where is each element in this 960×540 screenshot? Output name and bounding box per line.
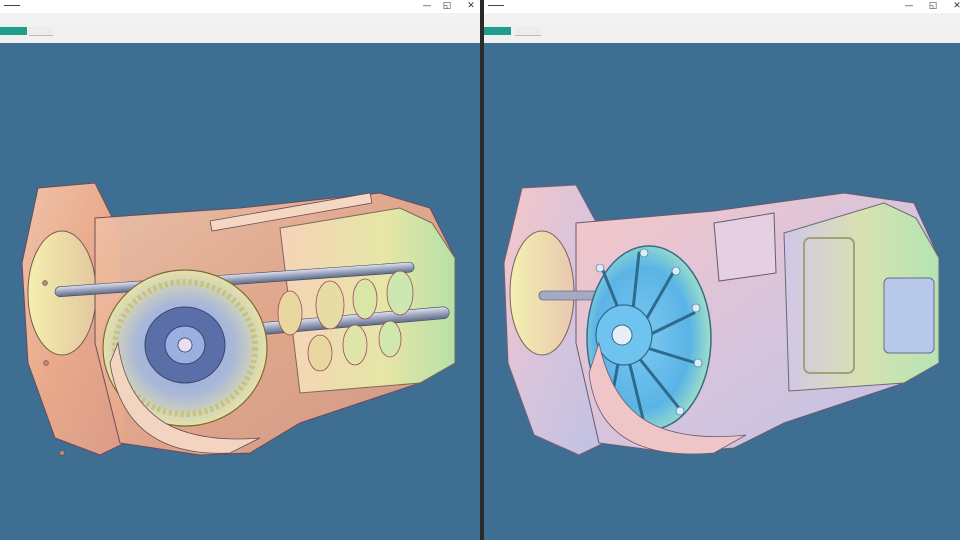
right-title-bar: — ◱ ✕ xyxy=(484,0,960,13)
left-tab-inactive[interactable] xyxy=(29,27,53,36)
right-viewer-window: — ◱ ✕ xyxy=(484,0,960,540)
left-title-bar: — ◱ ✕ xyxy=(0,0,480,13)
right-window-title xyxy=(488,5,504,6)
left-tab-active[interactable] xyxy=(0,27,27,35)
left-tab-strip xyxy=(0,25,480,44)
right-minimize-button[interactable]: — xyxy=(898,0,920,13)
left-window-title xyxy=(4,5,20,6)
right-tab-strip xyxy=(484,25,960,44)
right-maximize-button[interactable]: ◱ xyxy=(922,0,944,13)
right-3d-viewport[interactable] xyxy=(484,43,960,540)
right-tab-active[interactable] xyxy=(484,27,511,35)
left-viewer-window: — ◱ ✕ xyxy=(0,0,480,540)
right-close-button[interactable]: ✕ xyxy=(946,0,960,13)
left-toolbar xyxy=(0,13,480,25)
left-minimize-button[interactable]: — xyxy=(416,0,438,13)
left-transmission-cutaway-model xyxy=(21,182,456,456)
left-close-button[interactable]: ✕ xyxy=(460,0,480,13)
right-toolbar xyxy=(484,13,960,25)
left-3d-viewport[interactable] xyxy=(0,43,480,540)
left-maximize-button[interactable]: ◱ xyxy=(436,0,458,13)
right-tab-inactive[interactable] xyxy=(515,27,541,36)
right-transmission-housing-model xyxy=(503,184,940,456)
